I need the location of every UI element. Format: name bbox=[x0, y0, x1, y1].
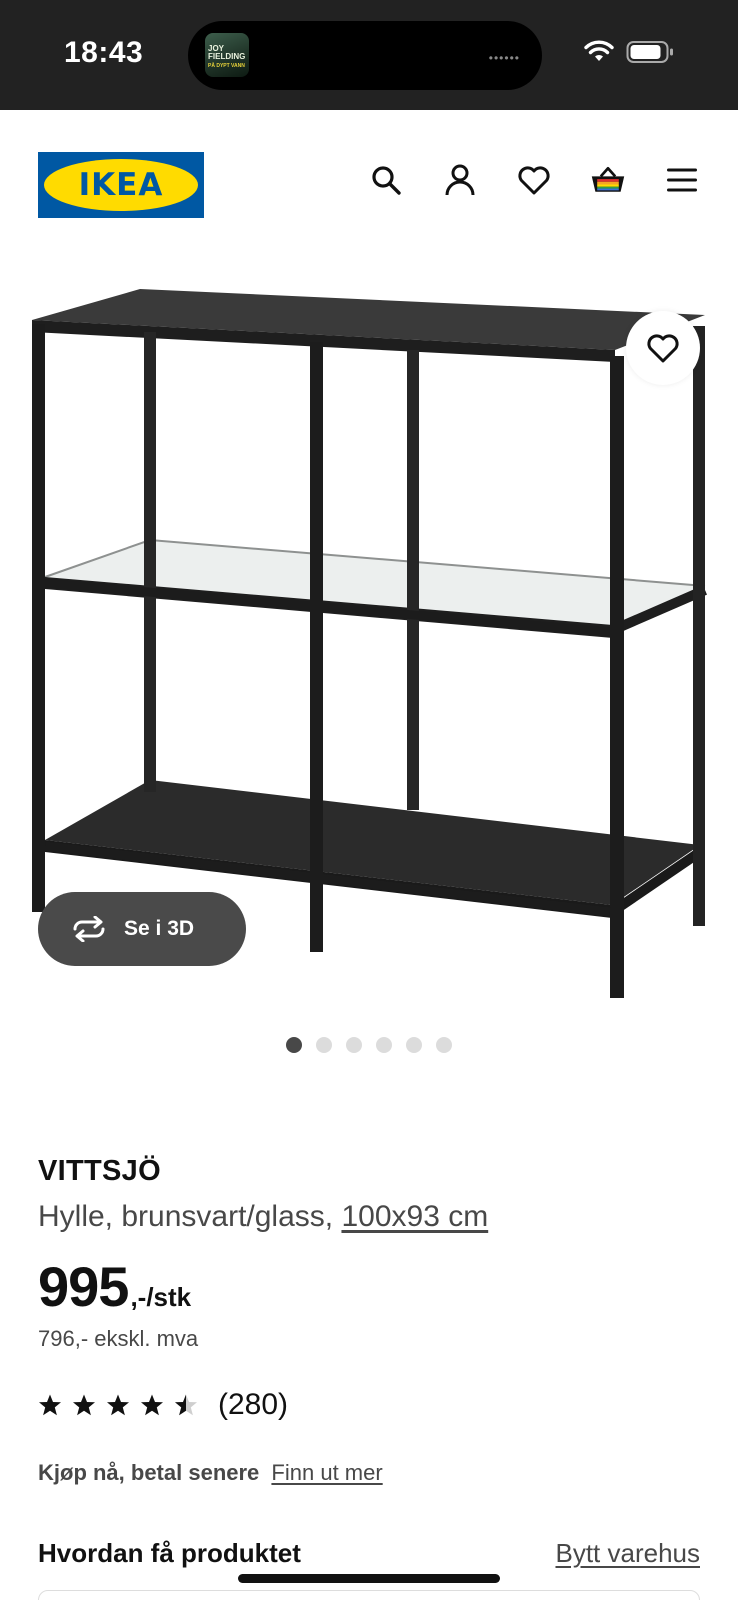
heart-icon bbox=[518, 166, 550, 195]
basket-icon bbox=[591, 166, 625, 192]
gallery-pagination bbox=[286, 1037, 452, 1053]
battery-icon bbox=[626, 41, 673, 63]
change-store-link[interactable]: Bytt varehus bbox=[555, 1538, 700, 1569]
rating-stars bbox=[38, 1393, 198, 1417]
heart-icon bbox=[647, 334, 679, 363]
status-bar: 18:43 JOY FIELDING PÅ DYPT VANN •••••• bbox=[0, 0, 738, 110]
logo-text: IKEA bbox=[78, 167, 164, 203]
product-name: VITTSJÖ bbox=[38, 1155, 161, 1187]
status-time: 18:43 bbox=[64, 36, 144, 69]
search-icon bbox=[372, 166, 401, 195]
view-in-3d-label: Se i 3D bbox=[124, 917, 195, 940]
status-icons bbox=[584, 40, 674, 64]
price-excl-vat: 796,- ekskl. mva bbox=[38, 1326, 199, 1351]
delivery-section-title: Hvordan få produktet bbox=[38, 1538, 301, 1568]
gallery-dot-6[interactable] bbox=[436, 1037, 452, 1053]
review-count: (280) bbox=[218, 1388, 289, 1421]
price-value: 995 bbox=[38, 1255, 129, 1318]
now-playing-artwork[interactable]: JOY FIELDING PÅ DYPT VANN bbox=[205, 33, 249, 77]
view-in-3d-button[interactable]: Se i 3D bbox=[38, 892, 246, 966]
product-price: 995 ,-/stk bbox=[38, 1254, 191, 1319]
site-header: IKEA bbox=[0, 110, 738, 260]
star-icon bbox=[141, 1394, 163, 1416]
account-icon bbox=[445, 164, 475, 196]
star-icon bbox=[107, 1394, 129, 1416]
delivery-options-card[interactable] bbox=[38, 1590, 700, 1600]
search-button[interactable] bbox=[368, 162, 404, 198]
account-button[interactable] bbox=[442, 162, 478, 198]
dynamic-island[interactable]: JOY FIELDING PÅ DYPT VANN •••••• bbox=[188, 21, 542, 90]
rotate-3d-icon bbox=[73, 916, 105, 942]
gallery-dot-3[interactable] bbox=[346, 1037, 362, 1053]
pay-later-text: Kjøp nå, betal senere bbox=[38, 1460, 260, 1485]
product-description: Hylle, brunsvart/glass, 100x93 cm bbox=[38, 1200, 488, 1234]
product-rating[interactable]: (280) bbox=[38, 1388, 288, 1422]
half-star-icon bbox=[175, 1394, 197, 1416]
product-type: Hylle, brunsvart/glass, bbox=[38, 1200, 334, 1233]
wifi-icon bbox=[584, 40, 614, 61]
gallery-dot-5[interactable] bbox=[406, 1037, 422, 1053]
gallery-dot-1[interactable] bbox=[286, 1037, 302, 1053]
audio-waveform-icon: •••••• bbox=[488, 51, 520, 65]
now-playing-art-subtitle: PÅ DYPT VANN bbox=[208, 63, 245, 69]
home-indicator[interactable] bbox=[238, 1574, 500, 1583]
save-to-favourites-button[interactable] bbox=[626, 311, 700, 385]
price-suffix: ,-/stk bbox=[130, 1282, 192, 1312]
now-playing-art-title: JOY FIELDING bbox=[208, 44, 246, 61]
basket-button[interactable] bbox=[590, 162, 626, 198]
header-actions bbox=[368, 162, 700, 198]
pay-later-info: Kjøp nå, betal senere Finn ut mer bbox=[38, 1460, 383, 1486]
menu-button[interactable] bbox=[664, 162, 700, 198]
star-icon bbox=[39, 1394, 61, 1416]
product-size-link[interactable]: 100x93 cm bbox=[341, 1200, 488, 1233]
favourites-button[interactable] bbox=[516, 162, 552, 198]
star-icon bbox=[73, 1394, 95, 1416]
menu-icon bbox=[667, 168, 697, 192]
ikea-logo[interactable]: IKEA bbox=[38, 152, 204, 218]
pay-later-link[interactable]: Finn ut mer bbox=[271, 1460, 382, 1485]
gallery-dot-4[interactable] bbox=[376, 1037, 392, 1053]
gallery-dot-2[interactable] bbox=[316, 1037, 332, 1053]
